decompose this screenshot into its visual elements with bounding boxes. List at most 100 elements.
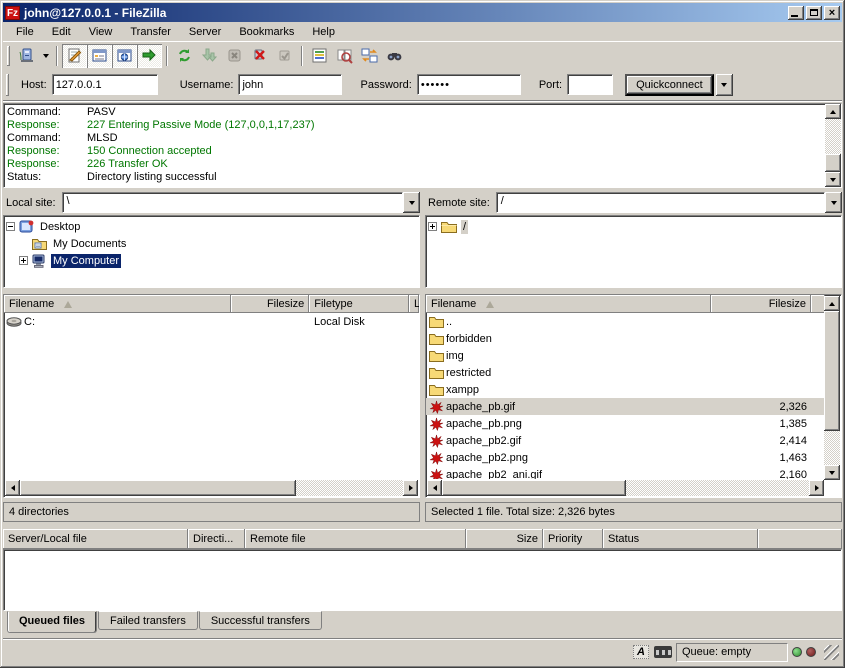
menu-help[interactable]: Help [303, 24, 344, 40]
remote-file-row[interactable]: apache_pb2_ani.gif2,160 [426, 466, 825, 479]
remote-file-row[interactable]: img [426, 347, 825, 364]
local-treeview-toggle-icon[interactable] [87, 44, 112, 68]
menu-edit[interactable]: Edit [43, 24, 80, 40]
column-header-filetype[interactable]: Filetype [309, 295, 409, 313]
remote-tree[interactable]: / [425, 215, 842, 288]
tree-item-desktop[interactable]: Desktop [6, 218, 417, 235]
remote-file-row[interactable]: apache_pb2.png1,463 [426, 449, 825, 466]
local-list-body[interactable]: C: Local Disk [4, 313, 419, 479]
quickbar-gripper[interactable] [6, 74, 9, 96]
tree-item-my-documents[interactable]: My Documents [6, 235, 417, 252]
password-input[interactable] [417, 74, 521, 95]
log-line: Command:MLSD [7, 132, 823, 145]
reconnect-icon[interactable] [272, 44, 297, 68]
disconnect-icon[interactable] [247, 44, 272, 68]
close-button[interactable]: × [824, 6, 840, 20]
resize-grip[interactable] [824, 645, 839, 660]
message-log-toggle-icon[interactable] [62, 44, 87, 68]
column-header-server-local-file[interactable]: Server/Local file [3, 529, 188, 549]
column-header-direction[interactable]: Directi... [188, 529, 245, 549]
menu-file[interactable]: File [7, 24, 43, 40]
tab-queued-files[interactable]: Queued files [7, 611, 97, 633]
column-header-priority[interactable]: Priority [543, 529, 603, 549]
quickconnect-dropdown-icon[interactable] [716, 74, 733, 96]
remote-file-row-selected[interactable]: apache_pb.gif2,326 [426, 398, 825, 415]
menu-view[interactable]: View [80, 24, 122, 40]
local-site-combo[interactable]: \ [62, 192, 420, 213]
remote-file-row[interactable]: xampp [426, 381, 825, 398]
tree-item-my-computer[interactable]: My Computer [6, 252, 417, 269]
port-input[interactable] [567, 74, 613, 95]
remote-list-hscrollbar[interactable] [427, 480, 824, 496]
column-header-filesize[interactable]: Filesize [711, 295, 811, 313]
remote-file-row[interactable]: .. [426, 313, 825, 330]
site-manager-dropdown-icon[interactable] [39, 44, 52, 68]
scroll-down-icon[interactable] [824, 465, 840, 480]
column-header-filename[interactable]: Filename [426, 295, 711, 313]
column-header-status[interactable]: Status [603, 529, 758, 549]
column-header-remote-file[interactable]: Remote file [245, 529, 466, 549]
recv-led-icon [792, 647, 802, 657]
remote-file-row[interactable]: apache_pb2.gif2,414 [426, 432, 825, 449]
expand-icon[interactable] [19, 256, 28, 265]
remote-list-vscrollbar[interactable] [824, 296, 840, 480]
quickconnect-button[interactable]: Quickconnect [625, 74, 714, 96]
scroll-up-icon[interactable] [825, 104, 841, 119]
remote-file-row[interactable]: restricted [426, 364, 825, 381]
collapse-icon[interactable] [6, 222, 15, 231]
filter-icon[interactable] [307, 44, 332, 68]
maximize-button[interactable] [806, 6, 822, 20]
process-queue-icon[interactable] [197, 44, 222, 68]
column-header-filesize[interactable]: Filesize [231, 295, 309, 313]
scroll-left-icon[interactable] [5, 480, 20, 496]
column-header-filename[interactable]: Filename [4, 295, 231, 313]
menu-server[interactable]: Server [180, 24, 230, 40]
cancel-operation-icon[interactable] [222, 44, 247, 68]
minimize-button[interactable] [788, 6, 804, 20]
column-header-lastmodified[interactable]: L [409, 295, 419, 313]
remote-list-body[interactable]: .. forbidden img restricted xampp [426, 313, 825, 479]
menu-bookmarks[interactable]: Bookmarks [230, 24, 303, 40]
local-tree[interactable]: Desktop My Documents My Computer [3, 215, 420, 288]
tab-successful-transfers[interactable]: Successful transfers [199, 611, 322, 630]
expand-icon[interactable] [428, 222, 437, 231]
scroll-down-icon[interactable] [825, 172, 841, 187]
message-log[interactable]: Command:PASV Response:227 Entering Passi… [3, 103, 842, 188]
toolbar-gripper[interactable] [7, 46, 10, 66]
transfer-queue-toggle-icon[interactable] [137, 44, 162, 68]
log-scrollbar[interactable] [825, 104, 841, 187]
local-site-value[interactable]: \ [62, 192, 403, 213]
local-file-row[interactable]: C: Local Disk [4, 313, 419, 330]
directory-comparison-icon[interactable] [332, 44, 357, 68]
host-input[interactable] [52, 74, 158, 95]
scroll-thumb[interactable] [824, 311, 840, 431]
synchronized-browsing-icon[interactable] [357, 44, 382, 68]
column-header-size[interactable]: Size [466, 529, 543, 549]
scroll-thumb[interactable] [20, 480, 296, 496]
remote-site-combo[interactable]: / [496, 192, 842, 213]
local-site-dropdown-icon[interactable] [403, 192, 420, 213]
find-files-icon[interactable] [382, 44, 407, 68]
remote-site-dropdown-icon[interactable] [825, 192, 842, 213]
queue-list[interactable] [3, 549, 842, 611]
tab-failed-transfers[interactable]: Failed transfers [98, 611, 198, 630]
scroll-thumb[interactable] [442, 480, 626, 496]
remote-treeview-toggle-icon[interactable] [112, 44, 137, 68]
menu-transfer[interactable]: Transfer [121, 24, 180, 40]
local-list-hscrollbar[interactable] [5, 480, 418, 496]
scroll-right-icon[interactable] [809, 480, 824, 496]
refresh-icon[interactable] [172, 44, 197, 68]
remote-file-row[interactable]: apache_pb.png1,385 [426, 415, 825, 432]
socket-indicator-icon[interactable] [654, 644, 672, 660]
remote-site-value[interactable]: / [496, 192, 825, 213]
site-manager-icon[interactable] [14, 44, 39, 68]
remote-file-row[interactable]: forbidden [426, 330, 825, 347]
scroll-left-icon[interactable] [427, 480, 442, 496]
scroll-up-icon[interactable] [824, 296, 840, 311]
username-input[interactable] [238, 74, 342, 95]
transfer-type-icon[interactable]: A [632, 644, 650, 660]
scroll-thumb[interactable] [825, 154, 841, 172]
title-bar[interactable]: Fz john@127.0.0.1 - FileZilla × [3, 3, 842, 22]
tree-item-root[interactable]: / [428, 218, 839, 235]
scroll-right-icon[interactable] [403, 480, 418, 496]
